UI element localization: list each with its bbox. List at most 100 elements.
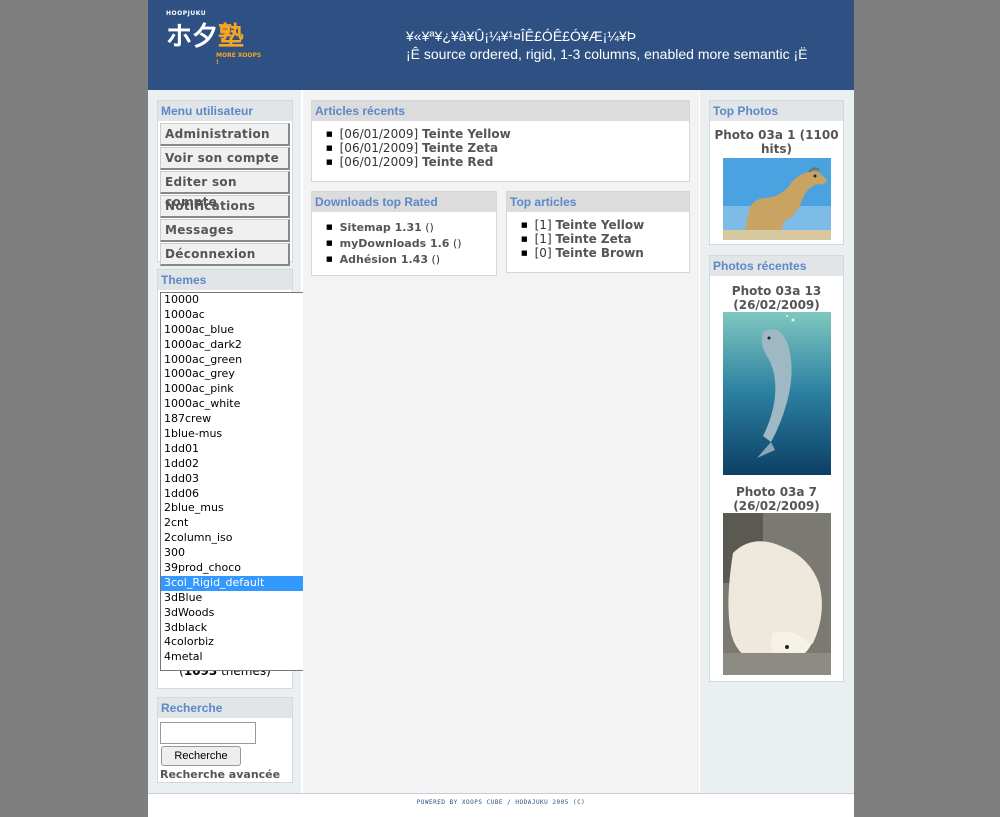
site-logo[interactable]: HOOPJUKU ホ夕塾 MORE XOOPS ! <box>166 10 266 66</box>
recent-photo-caption[interactable]: Photo 03a 7 (26/02/2009) <box>710 485 843 513</box>
list-item[interactable]: [06/01/2009] Teinte Yellow <box>326 127 689 141</box>
theme-option[interactable]: 1dd02 <box>161 457 321 472</box>
footer-credit[interactable]: POWERED BY XOOPS CUBE / HODAJUKU 2005 (C… <box>148 799 854 806</box>
theme-option[interactable]: 3dWoods <box>161 606 321 621</box>
polar-bear-photo[interactable] <box>722 513 831 675</box>
theme-options: 10000 1000ac 1000ac_blue 1000ac_dark2 1000ac… <box>161 293 321 665</box>
top-articles-list: [1] Teinte Yellow [1] Teinte Zeta [0] Te… <box>507 218 689 260</box>
download-extra: () <box>452 237 462 250</box>
article-date: [06/01/2009] <box>339 127 419 141</box>
theme-option[interactable]: 2column_iso <box>161 531 321 546</box>
download-link[interactable]: myDownloads 1.6 <box>340 237 450 250</box>
article-count: [1] <box>534 232 552 246</box>
theme-option[interactable]: 39prod_choco <box>161 561 321 576</box>
theme-option[interactable]: 1000ac_green <box>161 353 321 368</box>
download-extra: () <box>431 253 441 266</box>
list-item[interactable]: [1] Teinte Yellow <box>521 218 689 232</box>
theme-option[interactable]: 3col_Rigid_default <box>161 575 321 591</box>
dolphin-photo[interactable] <box>722 312 831 475</box>
left-column: Menu utilisateur Administration Voir son… <box>148 90 322 793</box>
theme-option[interactable]: 1dd06 <box>161 487 321 502</box>
themes-title: Themes <box>158 270 292 290</box>
theme-option[interactable]: 1000ac_white <box>161 397 321 412</box>
article-link[interactable]: Teinte Brown <box>555 246 643 260</box>
recent-photo-caption[interactable]: Photo 03a 13 (26/02/2009) <box>710 284 843 312</box>
header: HOOPJUKU ホ夕塾 MORE XOOPS ! ¥«¥ª¥¿¥à¥Û¡¼¥¹… <box>148 0 854 90</box>
theme-option[interactable]: 300 <box>161 546 321 561</box>
top-photos-block: Top Photos Photo 03a 1 (1100 hits) <box>709 100 844 245</box>
search-button[interactable]: Recherche <box>161 746 241 766</box>
top-downloads-list: Sitemap 1.31 () myDownloads 1.6 () Adhés… <box>312 220 496 267</box>
article-link[interactable]: Teinte Zeta <box>555 232 631 246</box>
right-column: Top Photos Photo 03a 1 (1100 hits) Photo… <box>700 90 854 793</box>
theme-option[interactable]: 1blue-mus <box>161 427 321 442</box>
article-date: [06/01/2009] <box>339 141 419 155</box>
theme-option[interactable]: 2cnt <box>161 516 321 531</box>
user-menu-list: Administration Voir son compte Editer so… <box>158 121 292 266</box>
logo-kanji: 塾 <box>218 22 245 52</box>
recent-articles-title: Articles récents <box>312 101 689 121</box>
theme-option[interactable]: 4colorbiz <box>161 635 321 650</box>
logo-katakana: ホ夕 <box>166 22 219 52</box>
theme-select-list[interactable]: 10000 1000ac 1000ac_blue 1000ac_dark2 1000ac… <box>160 292 322 671</box>
list-item[interactable]: [06/01/2009] Teinte Zeta <box>326 141 689 155</box>
menu-item-notifications[interactable]: Notifications <box>160 195 290 218</box>
list-item[interactable]: myDownloads 1.6 () <box>326 236 496 251</box>
advanced-search-link[interactable]: Recherche avancée <box>160 768 280 781</box>
menu-item-administration[interactable]: Administration <box>160 123 290 146</box>
search-input[interactable] <box>160 722 256 744</box>
footer: POWERED BY XOOPS CUBE / HODAJUKU 2005 (C… <box>148 793 854 817</box>
slogan-line-1: ¥«¥ª¥¿¥à¥Û¡¼¥¹¤ÎÊ£ÓÊ£Ó¥Æ¡¼¥Þ <box>406 28 637 44</box>
slogan-line-2: ¡Ê source ordered, rigid, 1-3 columns, e… <box>406 46 808 62</box>
theme-option[interactable]: 4metal <box>161 650 321 665</box>
user-menu-title: Menu utilisateur <box>158 101 292 121</box>
site-slogan: ¥«¥ª¥¿¥à¥Û¡¼¥¹¤ÎÊ£ÓÊ£Ó¥Æ¡¼¥Þ ¡Ê source o… <box>406 27 808 63</box>
menu-item-messages[interactable]: Messages <box>160 219 290 242</box>
article-count: [0] <box>534 246 552 260</box>
top-downloads-title: Downloads top Rated <box>312 192 496 212</box>
content-area: Menu utilisateur Administration Voir son… <box>148 90 854 793</box>
list-item[interactable]: Sitemap 1.31 () <box>326 220 496 235</box>
article-link[interactable]: Teinte Yellow <box>422 127 511 141</box>
article-link[interactable]: Teinte Red <box>422 155 493 169</box>
search-block: Recherche Recherche Recherche avancée <box>157 697 293 783</box>
list-item[interactable]: [0] Teinte Brown <box>521 246 689 260</box>
theme-option[interactable]: 2blue_mus <box>161 501 321 516</box>
list-item[interactable]: [1] Teinte Zeta <box>521 232 689 246</box>
recent-articles-list: [06/01/2009] Teinte Yellow [06/01/2009] … <box>312 127 689 169</box>
article-date: [06/01/2009] <box>339 155 419 169</box>
article-link[interactable]: Teinte Zeta <box>422 141 498 155</box>
download-link[interactable]: Adhésion 1.43 <box>340 253 428 266</box>
theme-option[interactable]: 10000 <box>161 293 321 308</box>
center-column: Articles récents [06/01/2009] Teinte Yel… <box>303 90 699 793</box>
theme-option[interactable]: 1000ac_pink <box>161 382 321 397</box>
logo-tagline: MORE XOOPS ! <box>216 52 262 66</box>
top-articles-title: Top articles <box>507 192 689 212</box>
list-item[interactable]: [06/01/2009] Teinte Red <box>326 155 689 169</box>
top-articles-block: Top articles [1] Teinte Yellow [1] Teint… <box>506 191 690 273</box>
article-link[interactable]: Teinte Yellow <box>555 218 644 232</box>
top-downloads-block: Downloads top Rated Sitemap 1.31 () myDo… <box>311 191 497 276</box>
download-extra: () <box>425 221 434 234</box>
search-title: Recherche <box>158 698 292 718</box>
theme-option[interactable]: 1000ac_dark2 <box>161 338 321 353</box>
menu-item-edit-account[interactable]: Editer son compte <box>160 171 290 209</box>
download-link[interactable]: Sitemap 1.31 <box>340 221 422 234</box>
user-menu-block: Menu utilisateur Administration Voir son… <box>157 100 293 266</box>
theme-option[interactable]: 1dd01 <box>161 442 321 457</box>
menu-item-logout[interactable]: Déconnexion <box>160 243 290 266</box>
theme-option[interactable]: 1000ac_grey <box>161 367 321 382</box>
theme-option[interactable]: 1000ac_blue <box>161 323 321 338</box>
menu-item-view-account[interactable]: Voir son compte <box>160 147 290 170</box>
theme-option[interactable]: 187crew <box>161 412 321 427</box>
theme-option[interactable]: 3dblack <box>161 621 321 636</box>
theme-option[interactable]: 1dd03 <box>161 472 321 487</box>
page: HOOPJUKU ホ夕塾 MORE XOOPS ! ¥«¥ª¥¿¥à¥Û¡¼¥¹… <box>148 0 854 817</box>
theme-option[interactable]: 3dBlue <box>161 591 321 606</box>
top-photos-title: Top Photos <box>710 101 843 121</box>
theme-option[interactable]: 1000ac <box>161 308 321 323</box>
top-photo-caption[interactable]: Photo 03a 1 (1100 hits) <box>710 128 843 156</box>
camel-photo[interactable] <box>722 158 831 240</box>
list-item[interactable]: Adhésion 1.43 () <box>326 252 496 267</box>
recent-photos-block: Photos récentes Photo 03a 13 (26/02/2009… <box>709 255 844 682</box>
